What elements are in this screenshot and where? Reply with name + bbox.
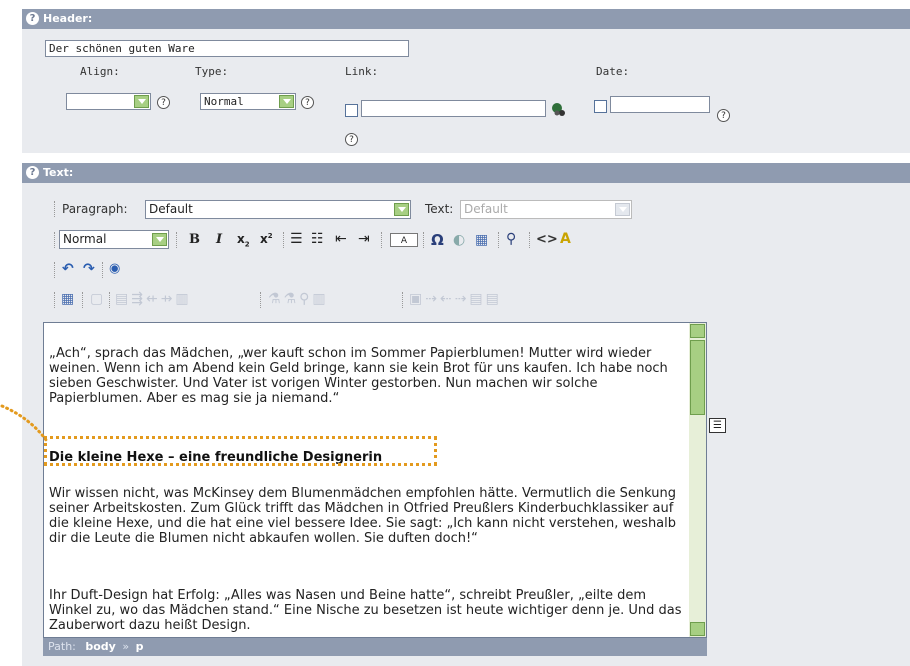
block-marker-icon[interactable]: ☰: [709, 418, 726, 433]
text-style-value: Default: [464, 202, 508, 216]
toolbar-separator: [529, 232, 531, 248]
superscript-icon[interactable]: x2: [260, 232, 273, 246]
format-value: Normal: [63, 232, 107, 246]
subscript-icon[interactable]: x2: [237, 232, 250, 248]
scroll-down-icon[interactable]: [690, 622, 705, 636]
link-input[interactable]: [361, 100, 546, 117]
image-icon[interactable]: ◐: [453, 232, 465, 248]
editor-paragraph[interactable]: Ihr Duft-Design hat Erfolg: „Alles was N…: [49, 588, 689, 633]
row-tools-icon[interactable]: ▤⇶⇷⇸▥: [115, 291, 192, 307]
chevron-down-icon: [134, 95, 149, 108]
align-help-icon[interactable]: ?: [157, 96, 170, 109]
outdent-icon[interactable]: ⇤: [335, 231, 347, 247]
date-label: Date:: [596, 65, 630, 78]
editor-paragraph[interactable]: „Ach“, sprach das Mädchen, „wer kauft sc…: [49, 346, 689, 406]
type-select[interactable]: Normal: [200, 93, 296, 110]
format-select[interactable]: Normal: [59, 230, 169, 249]
toolbar-separator: [498, 232, 500, 248]
link-browser-icon[interactable]: [551, 101, 567, 117]
undo-icon[interactable]: ↶: [62, 261, 74, 277]
toolbar-separator: [54, 232, 56, 248]
text-style-select[interactable]: Default: [460, 200, 632, 219]
text-color-button[interactable]: A: [390, 233, 418, 247]
align-label: Align:: [80, 65, 120, 78]
toolbar-separator: [381, 232, 383, 248]
type-value: Normal: [204, 95, 244, 108]
ordered-list-icon[interactable]: ☰: [290, 231, 303, 247]
toolbar-separator: [109, 292, 111, 308]
unordered-list-icon[interactable]: ☷: [311, 231, 324, 247]
help-icon[interactable]: ?: [26, 165, 39, 179]
path-label: Path:: [48, 640, 76, 653]
link-help-icon[interactable]: ?: [345, 133, 358, 146]
link-label: Link:: [345, 65, 379, 78]
spellcheck-icon[interactable]: A: [560, 231, 571, 247]
path-p[interactable]: p: [136, 640, 144, 653]
date-help-icon[interactable]: ?: [717, 109, 730, 122]
html-source-icon[interactable]: <>: [536, 232, 558, 247]
toolbar-separator: [54, 262, 56, 278]
text-style-label: Text:: [425, 202, 454, 216]
table-insert-icon[interactable]: ▦: [475, 232, 488, 248]
toolbar-separator: [54, 201, 56, 217]
align-select[interactable]: [66, 93, 151, 110]
toolbar-separator: [176, 232, 178, 248]
chevron-down-icon: [394, 203, 409, 216]
redo-icon[interactable]: ↷: [83, 261, 95, 277]
bold-icon[interactable]: B: [189, 232, 200, 247]
toolbar-separator: [54, 292, 56, 308]
find-icon[interactable]: ⚲: [506, 231, 516, 247]
editor-paragraph[interactable]: Wir wissen nicht, was McKinsey dem Blume…: [49, 486, 689, 546]
paragraph-value: Default: [149, 202, 193, 216]
header-section-title: Header:: [43, 12, 93, 25]
scroll-up-icon[interactable]: [690, 324, 705, 338]
path-bar: Path: body » p: [43, 638, 707, 656]
header-input[interactable]: Der schönen guten Ware: [45, 40, 409, 57]
link-checkbox[interactable]: [345, 104, 358, 117]
chevron-down-icon: [615, 203, 630, 216]
toolbar-separator: [260, 292, 262, 308]
chevron-down-icon: [279, 95, 294, 108]
highlight-pointer-line: [0, 404, 48, 442]
type-help-icon[interactable]: ?: [301, 96, 314, 109]
special-char-icon[interactable]: Ω: [431, 231, 444, 249]
paragraph-label: Paragraph:: [62, 202, 128, 216]
toolbar-separator: [283, 232, 285, 248]
toolbar-separator: [102, 262, 104, 278]
about-icon[interactable]: ◉: [109, 261, 120, 276]
date-input[interactable]: [610, 96, 710, 113]
date-checkbox[interactable]: [594, 100, 607, 113]
indent-icon[interactable]: ⇥: [358, 231, 370, 247]
text-section-title: Text:: [43, 166, 74, 179]
italic-icon[interactable]: I: [216, 232, 222, 247]
toolbar-separator: [402, 292, 404, 308]
type-label: Type:: [195, 65, 229, 78]
toolbar-separator: [82, 292, 84, 308]
table-icon[interactable]: ▦: [61, 291, 74, 307]
toolbar-separator: [423, 232, 425, 248]
editor-scrollbar[interactable]: [689, 323, 706, 637]
header-section-bar: ? Header:: [22, 9, 910, 29]
chevron-down-icon: [152, 233, 167, 246]
text-section-bar: ? Text:: [22, 163, 910, 183]
path-body[interactable]: body: [85, 640, 115, 653]
paragraph-select[interactable]: Default: [145, 200, 411, 219]
path-separator: »: [122, 640, 130, 653]
rich-text-editor[interactable]: „Ach“, sprach das Mädchen, „wer kauft sc…: [43, 322, 707, 638]
cell-tools-icon[interactable]: ▣⇢⇠⇢▤▤: [409, 291, 502, 307]
heading-highlight-box: [44, 436, 437, 466]
column-tools-icon[interactable]: ⚗⚗⚲▥: [268, 291, 329, 307]
help-icon[interactable]: ?: [26, 11, 39, 25]
scrollbar-thumb[interactable]: [690, 340, 705, 415]
table-prop-icon[interactable]: ▢: [90, 291, 103, 307]
